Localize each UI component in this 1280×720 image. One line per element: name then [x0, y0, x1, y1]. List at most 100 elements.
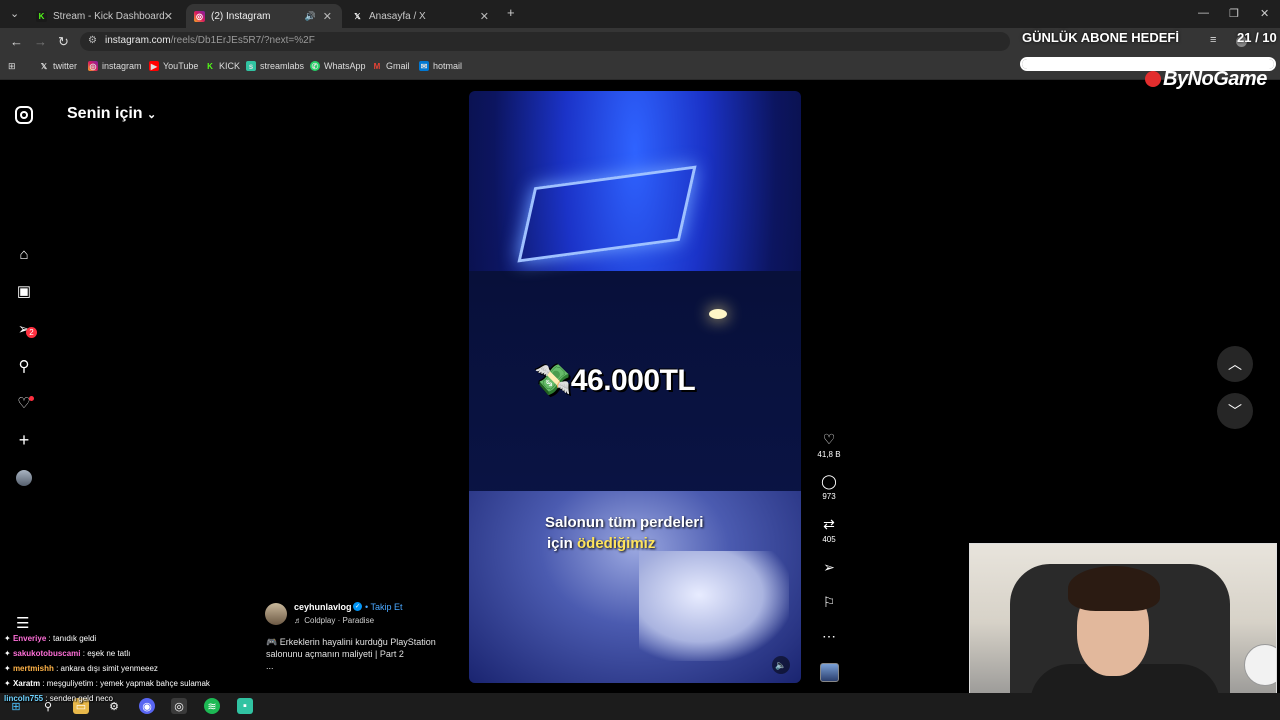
comment-button[interactable]: ◯ 973	[812, 473, 846, 501]
close-window-icon[interactable]: ✕	[1260, 7, 1269, 20]
instagram-icon: ◎	[194, 10, 205, 22]
search-icon[interactable]: ⚲	[15, 357, 33, 375]
chat-user: mertmishh	[12, 664, 54, 673]
instagram-icon: ◎	[88, 61, 98, 71]
bookmark-hotmail[interactable]: ✉ hotmail	[419, 61, 462, 71]
close-icon[interactable]: ✕	[164, 10, 173, 23]
chevron-down-icon: ⌄	[147, 109, 157, 121]
bookmark-youtube[interactable]: ▶ YouTube	[149, 61, 198, 71]
whatsapp-icon: ✆	[310, 61, 320, 71]
football	[1244, 644, 1276, 686]
site-info-icon[interactable]: ⚙	[88, 35, 97, 46]
bookmark-streamlabs[interactable]: s streamlabs	[246, 61, 304, 71]
notification-dot	[29, 396, 34, 401]
more-button[interactable]: ...	[266, 661, 274, 671]
x-icon: 𝕏	[40, 61, 48, 71]
chat-user: sakukotobuscami	[12, 649, 81, 658]
bags	[639, 551, 789, 661]
bynogame-logo: ByNoGame	[1145, 68, 1267, 91]
apps-icon[interactable]: ⊞	[8, 61, 16, 72]
tab-search-icon[interactable]: ⌄	[10, 7, 19, 20]
reels-icon[interactable]: ▣	[15, 282, 33, 300]
close-icon[interactable]: ✕	[480, 10, 489, 23]
author-name[interactable]: ceyhunlavlog	[294, 602, 352, 612]
bookmark-label: WhatsApp	[324, 61, 366, 71]
spotify-icon[interactable]: ≋	[204, 698, 220, 714]
chat-text: : meşguliyetim : yemek yapmak bahçe sula…	[42, 679, 210, 688]
webcam-feed	[969, 543, 1277, 718]
caption-text: için	[547, 535, 578, 552]
like-button[interactable]: ♡ 41,8 B	[812, 431, 846, 459]
tab-instagram[interactable]: ◎ (2) Instagram 🔊 ✕	[186, 4, 342, 28]
bookmark-label: Gmail	[386, 61, 410, 71]
ceiling-light	[517, 165, 697, 263]
chat-text: : senden geld neco	[45, 694, 113, 703]
discord-icon[interactable]: ◉	[139, 698, 155, 714]
speaker-icon[interactable]: 🔊	[305, 11, 316, 22]
streamlabs-icon[interactable]: ▪	[237, 698, 253, 714]
comment-count: 973	[822, 492, 836, 501]
heart-icon: ♡	[822, 431, 836, 447]
video-caption-line1: Salonun tüm perdeleri	[545, 514, 704, 531]
tab-x[interactable]: 𝕏 Anasayfa / X ✕	[344, 4, 499, 28]
share-button[interactable]: ➢	[812, 559, 846, 576]
chat-message: ✦ mertmishh : ankara dışı simit yenmeeez	[4, 664, 158, 673]
reel-video[interactable]: 💸46.000TL Salonun tüm perdeleri için öde…	[469, 91, 801, 683]
subscriber-goal-title: GÜNLÜK ABONE HEDEFİ	[1022, 30, 1179, 45]
feed-title: Senin için	[67, 105, 143, 122]
new-tab-button[interactable]: +	[507, 5, 515, 20]
author-avatar[interactable]	[265, 603, 287, 625]
post-description-line2: salonunu açmanın maliyeti | Part 2	[266, 649, 404, 659]
bookmark-instagram[interactable]: ◎ instagram	[88, 61, 142, 71]
bookmark-label: instagram	[102, 61, 142, 71]
chat-user: Enveriye	[12, 634, 47, 643]
brand-text: ByNoGame	[1163, 68, 1267, 90]
taskbar: ⊞ ⚲ ▭ ⚙ ◉ ◎ ≋ ▪	[0, 693, 1280, 720]
chat-message: ✦ Xaratm : meşguliyetim : yemek yapmak b…	[4, 679, 210, 688]
feed-selector[interactable]: Senin için ⌄	[67, 105, 156, 123]
audio-thumbnail[interactable]	[820, 663, 839, 682]
lamp	[709, 309, 727, 319]
comment-icon: ◯	[821, 473, 837, 489]
home-icon[interactable]: ⌂	[15, 245, 33, 263]
bookmark-twitter[interactable]: 𝕏twitter	[39, 61, 77, 71]
bookmark-kick[interactable]: K KICK	[205, 61, 240, 71]
back-icon[interactable]: ←	[10, 34, 23, 49]
tab-bar: ⌄ K Stream - Kick Dashboard ✕ ◎ (2) Inst…	[0, 0, 1280, 28]
restore-icon[interactable]: ❐	[1229, 7, 1239, 20]
chrome-icon[interactable]: ◎	[171, 698, 187, 714]
chat-text: : ankara dışı simit yenmeeez	[56, 664, 158, 673]
forward-icon[interactable]: →	[34, 34, 47, 49]
minimize-icon[interactable]: —	[1198, 7, 1209, 19]
tab-kick-dashboard[interactable]: K Stream - Kick Dashboard ✕	[28, 4, 183, 28]
bookmark-gmail[interactable]: M Gmail	[372, 61, 410, 71]
save-button[interactable]: ⚐	[812, 594, 846, 611]
create-icon[interactable]: +	[15, 430, 33, 450]
instagram-logo-icon[interactable]	[15, 106, 33, 124]
bookmark-label: twitter	[53, 61, 78, 71]
close-icon[interactable]: ✕	[323, 10, 332, 23]
menu-icon[interactable]: ☰	[16, 614, 29, 632]
previous-reel-button[interactable]: ︿	[1217, 346, 1253, 382]
chat-text: : tanıdık geldi	[48, 634, 97, 643]
youtube-icon: ▶	[149, 61, 159, 71]
like-count: 41,8 B	[817, 450, 841, 459]
profile-avatar[interactable]	[16, 470, 32, 486]
reload-icon[interactable]: ↻	[58, 34, 69, 50]
more-options-button[interactable]: ⋯	[812, 628, 846, 645]
repost-icon: ⇄	[823, 516, 835, 532]
reading-list-icon[interactable]: ≡	[1210, 34, 1216, 46]
bookmark-whatsapp[interactable]: ✆ WhatsApp	[310, 61, 366, 71]
streamlabs-icon: s	[246, 61, 256, 71]
music-label[interactable]: ♬ Coldplay · Paradise	[294, 616, 374, 625]
chat-message: ✦ Enveriye : tanıdık geldi	[4, 634, 97, 643]
post-description-line1: 🎮 Erkeklerin hayalini kurduğu PlayStatio…	[266, 637, 436, 647]
video-caption-line2: için ödediğimiz	[547, 535, 655, 552]
url-field[interactable]: ⚙ instagram.com/reels/Db1ErJEs5R7/?next=…	[80, 32, 1010, 51]
chat-user: lincoln755	[4, 694, 44, 703]
mute-icon[interactable]: 🔈	[772, 656, 790, 674]
repost-button[interactable]: ⇄ 405	[812, 516, 846, 544]
gmail-icon: M	[373, 61, 381, 71]
next-reel-button[interactable]: ﹀	[1217, 393, 1253, 429]
follow-button[interactable]: • Takip Et	[365, 602, 403, 612]
